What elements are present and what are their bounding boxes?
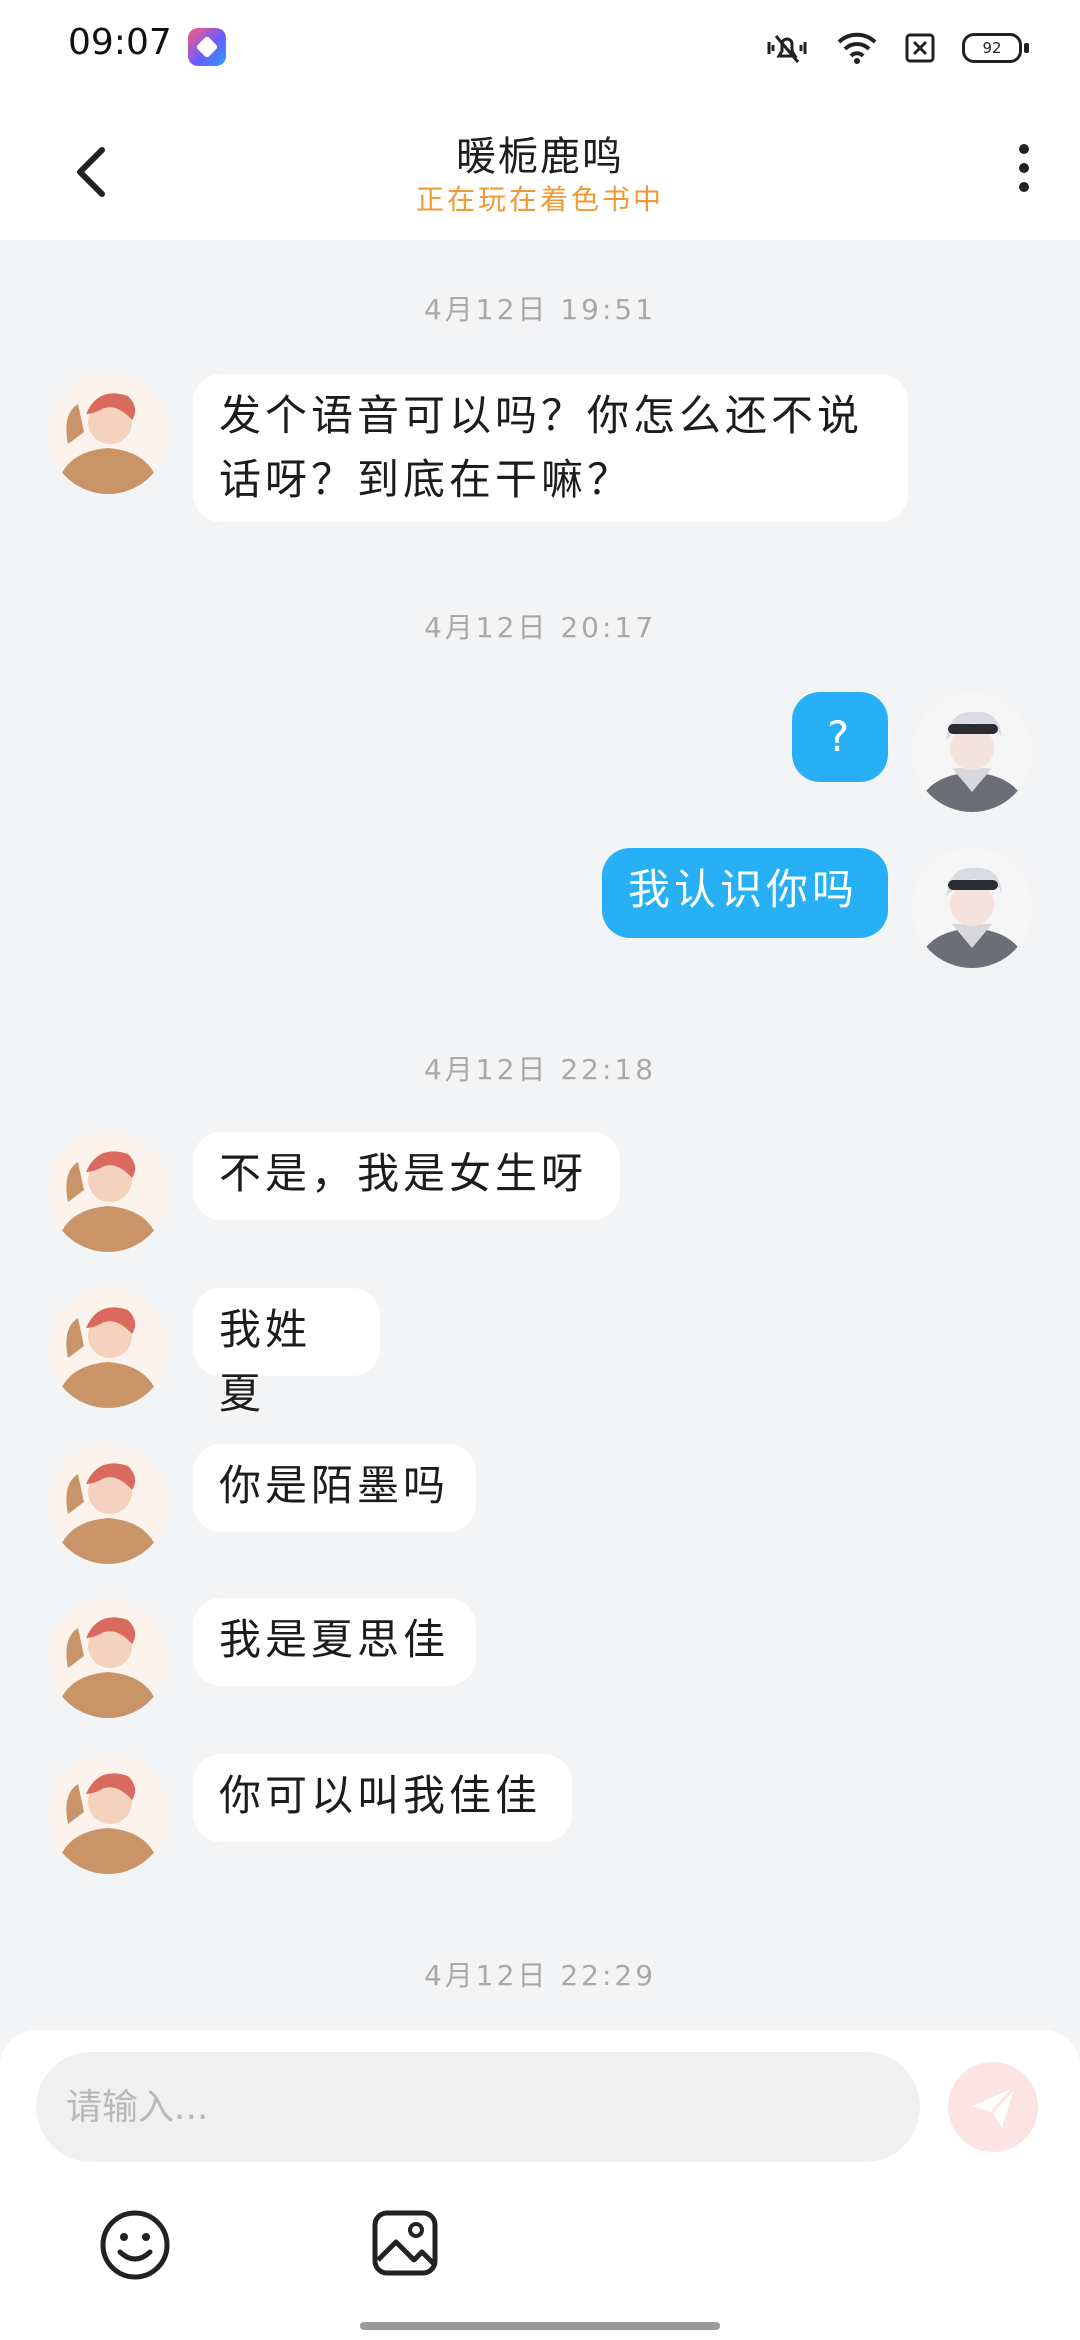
more-options-button[interactable] — [1004, 138, 1044, 204]
app-badge-icon — [188, 28, 226, 66]
timestamp: 4月12日 22:18 — [423, 1053, 657, 1086]
smiley-icon[interactable] — [98, 2208, 172, 2282]
contact-avatar[interactable] — [48, 374, 168, 494]
status-time: 09:07 — [68, 22, 172, 63]
contact-status: 正在玩在着色书中 — [415, 183, 664, 216]
contact-avatar[interactable] — [48, 1132, 168, 1252]
contact-avatar[interactable] — [48, 1598, 168, 1718]
send-button[interactable] — [948, 2062, 1038, 2152]
sim-off-icon — [905, 33, 935, 63]
my-avatar[interactable] — [912, 692, 1032, 812]
timestamp: 4月12日 19:51 — [423, 293, 657, 326]
contact-avatar[interactable] — [48, 1754, 168, 1874]
mute-vibrate-icon — [767, 35, 807, 63]
contact-avatar[interactable] — [48, 1444, 168, 1564]
status-bar: 09:07 92 — [0, 0, 1080, 96]
incoming-message[interactable]: 我姓夏 — [193, 1288, 380, 1418]
outgoing-message[interactable]: 我认识你吗 — [602, 848, 888, 938]
image-icon[interactable] — [370, 2208, 440, 2278]
status-icons: 92 — [764, 30, 1029, 66]
chat-area[interactable]: 4月12日 19:51 发个语音可以吗？你怎么还不说话呀？到底在干嘛？ 4月12… — [0, 240, 1080, 2030]
timestamp: 4月12日 20:17 — [423, 611, 657, 644]
timestamp: 4月12日 22:29 — [423, 1959, 657, 1992]
battery-icon: 92 — [962, 33, 1029, 63]
message-input[interactable] — [36, 2052, 920, 2162]
incoming-message[interactable]: 你是陌墨吗 — [193, 1444, 476, 1532]
more-vertical-icon — [1019, 144, 1029, 154]
contact-avatar[interactable] — [48, 1288, 168, 1408]
my-avatar[interactable] — [912, 848, 1032, 968]
incoming-message[interactable]: 发个语音可以吗？你怎么还不说话呀？到底在干嘛？ — [193, 374, 908, 522]
incoming-message[interactable]: 不是，我是女生呀 — [193, 1132, 620, 1220]
send-icon — [972, 2086, 1016, 2128]
contact-name: 暖栀鹿鸣 — [456, 134, 624, 180]
home-indicator[interactable] — [360, 2322, 720, 2330]
incoming-message[interactable]: 我是夏思佳 — [193, 1598, 476, 1686]
input-bar — [0, 2030, 1080, 2340]
chat-header: 暖栀鹿鸣 正在玩在着色书中 — [0, 96, 1080, 240]
wifi-icon — [837, 32, 877, 64]
outgoing-message[interactable]: ? — [792, 692, 888, 782]
battery-level: 92 — [982, 39, 1002, 57]
incoming-message[interactable]: 你可以叫我佳佳 — [193, 1754, 572, 1842]
